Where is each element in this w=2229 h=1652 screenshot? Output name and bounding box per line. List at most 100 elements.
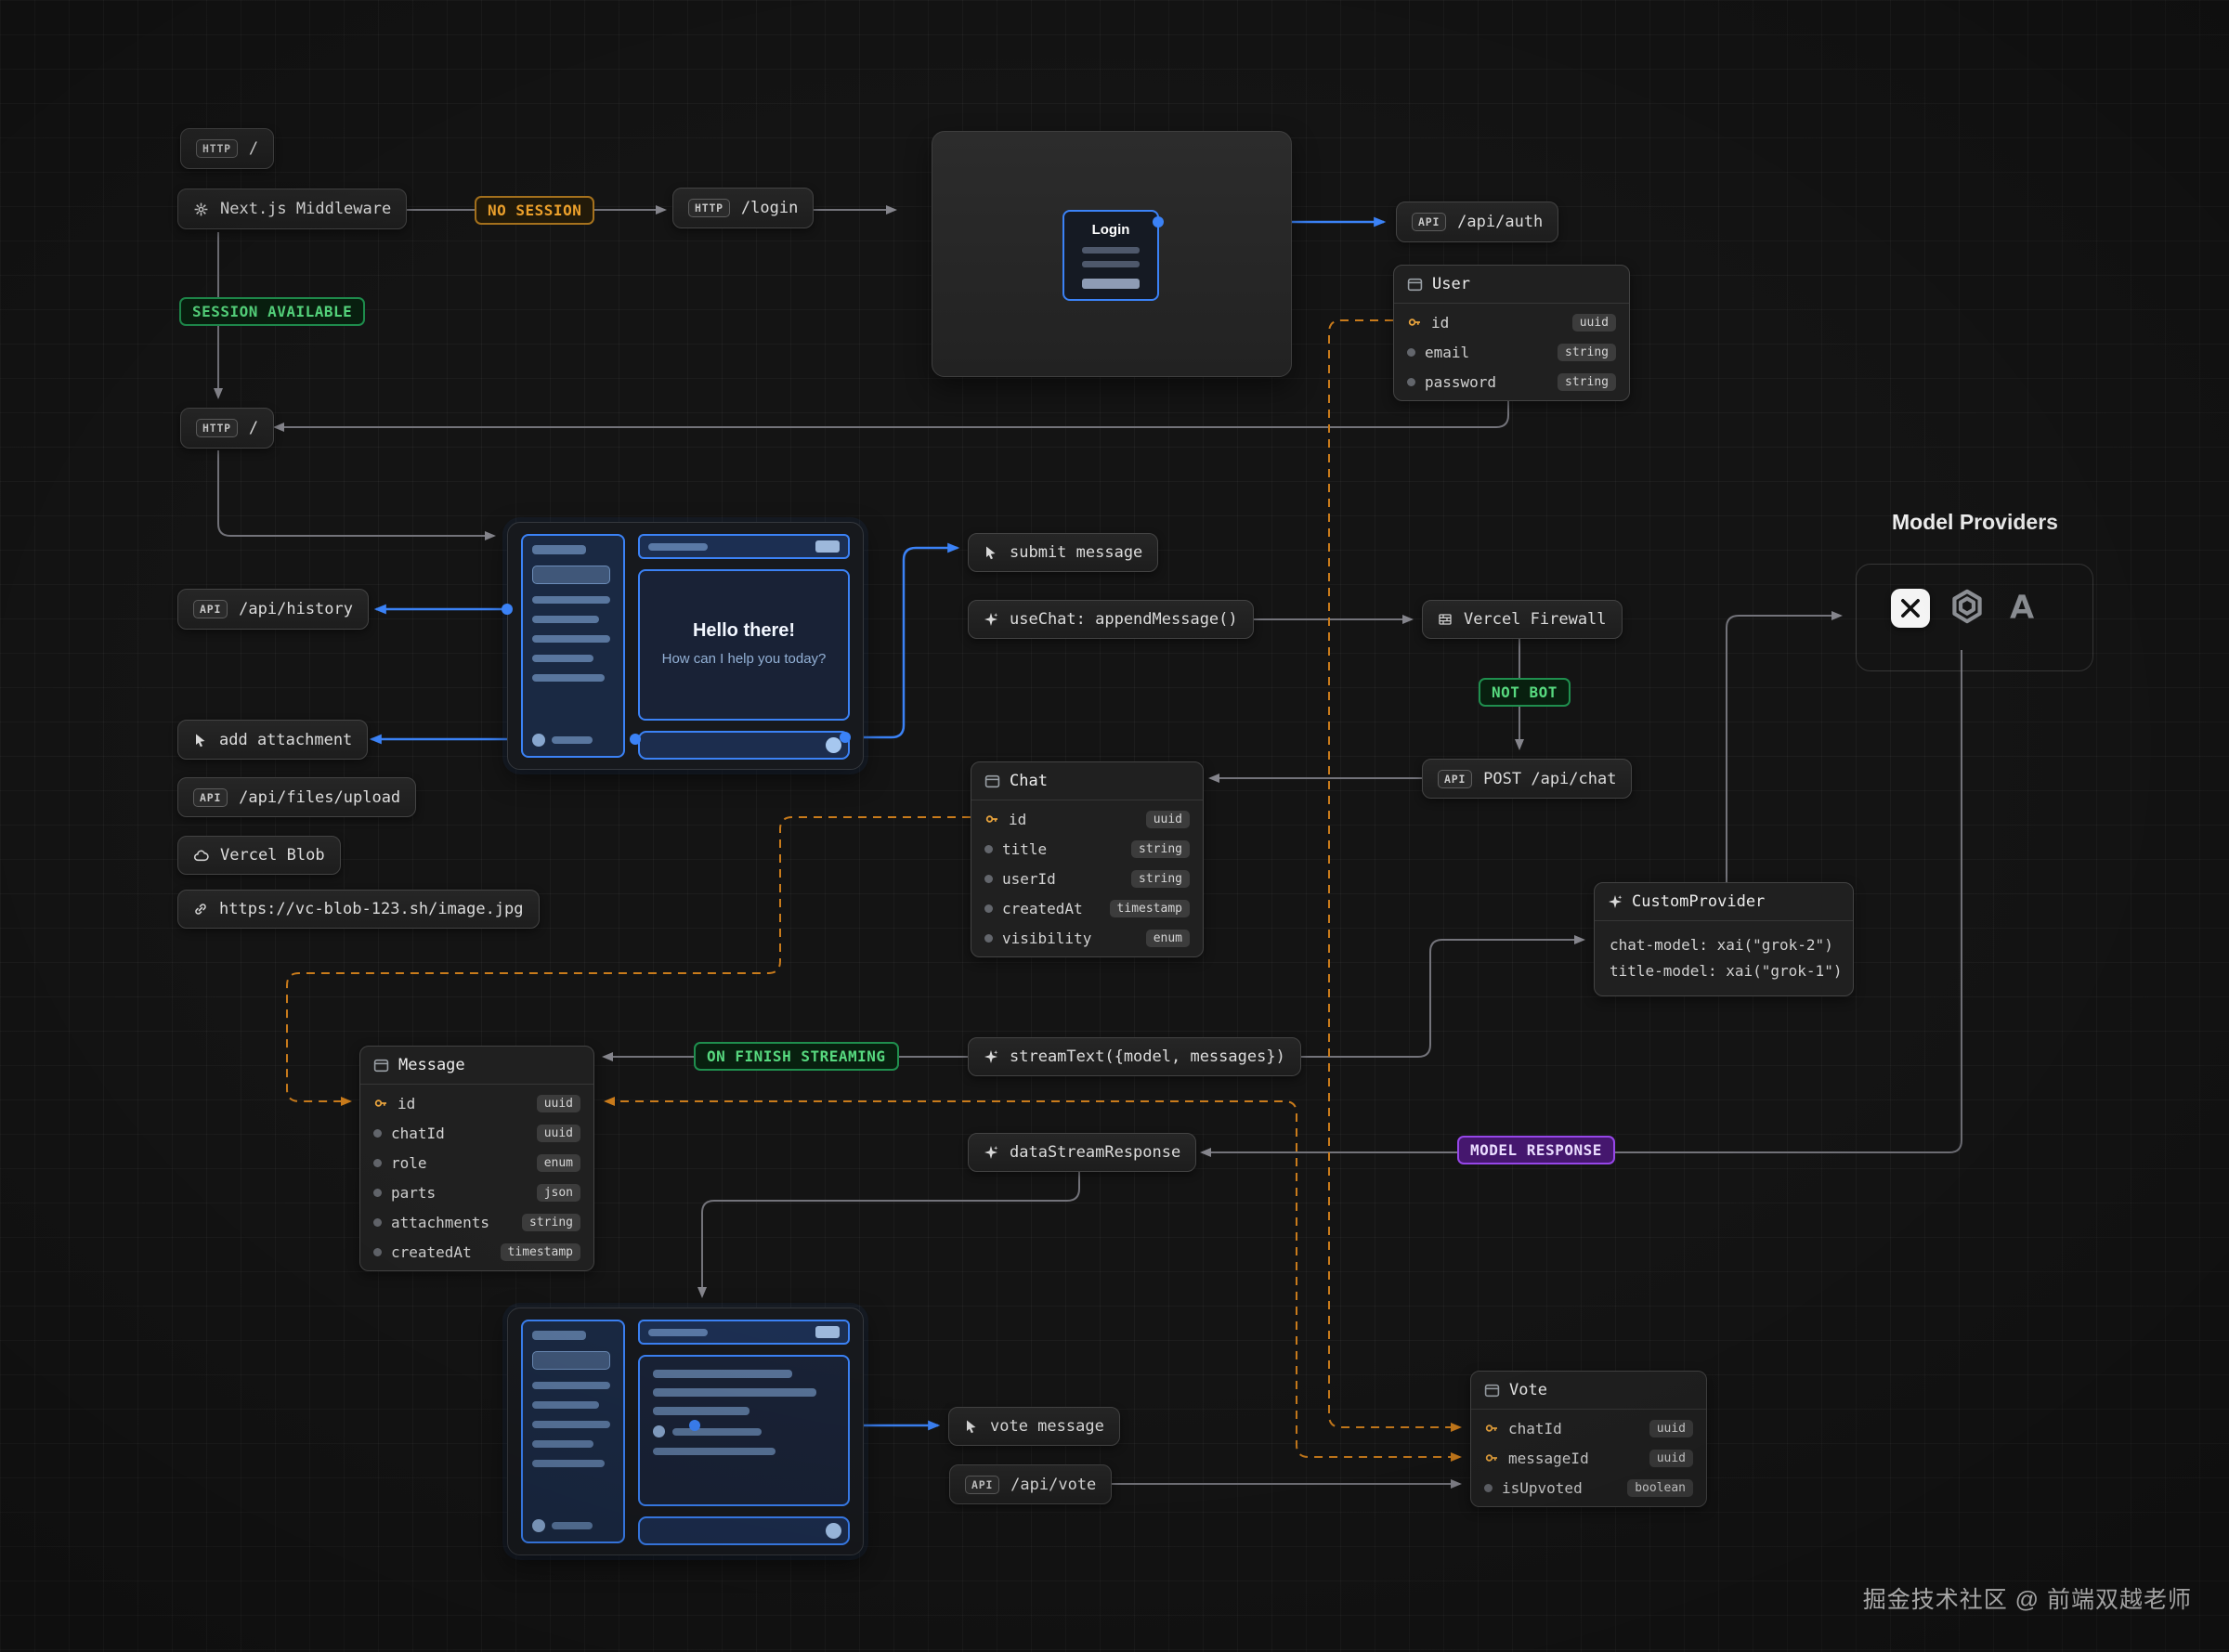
custom-provider-title: CustomProvider (1632, 892, 1765, 911)
middleware-icon (193, 202, 209, 217)
entity-title: Vote (1509, 1381, 1547, 1399)
field-dot-icon (373, 1159, 382, 1167)
sparkle-icon (1608, 894, 1623, 909)
model-providers-title: Model Providers (1892, 510, 2058, 535)
node-label: POST /api/chat (1483, 770, 1616, 788)
field-name: isUpvoted (1502, 1479, 1583, 1497)
field-name: parts (391, 1184, 436, 1202)
field-name: id (1009, 811, 1026, 828)
node-nextjs-middleware: Next.js Middleware (177, 189, 407, 229)
table-icon (1407, 277, 1423, 293)
node-label: /api/auth (1457, 213, 1543, 231)
login-screen-mockup: Login (932, 131, 1292, 377)
field-name: title (1002, 840, 1047, 858)
badge-session-available: SESSION AVAILABLE (179, 297, 365, 326)
message-row (653, 1425, 762, 1437)
entity-header: User (1394, 266, 1629, 304)
field-name: userId (1002, 870, 1056, 888)
node-vote-message: vote message (948, 1407, 1120, 1446)
field-type-badge: timestamp (501, 1243, 580, 1261)
http-chip: HTTP (196, 139, 238, 158)
entity-card-chat: Chat id uuid title string userId string … (971, 761, 1204, 957)
node-usechat-appendmessage: useChat: appendMessage() (968, 600, 1254, 639)
chat-ui-mockup-messages (507, 1307, 864, 1555)
login-button-skeleton (1082, 279, 1140, 289)
field-row: userId string (977, 864, 1197, 893)
field-name: visibility (1002, 930, 1091, 947)
node-label: /api/files/upload (239, 788, 400, 807)
node-label: useChat: appendMessage() (1010, 610, 1238, 629)
field-name: email (1425, 344, 1469, 361)
login-card: Login (1062, 210, 1159, 301)
node-label: /api/vote (1010, 1476, 1096, 1494)
field-row: password string (1400, 367, 1623, 397)
node-http-root-top: HTTP / (180, 128, 274, 169)
field-name: createdAt (391, 1243, 472, 1261)
field-row: isUpvoted boolean (1477, 1473, 1701, 1502)
avatar (532, 734, 545, 747)
primary-key-icon (373, 1096, 388, 1111)
table-icon (984, 774, 1000, 789)
entity-header: Vote (1471, 1372, 1706, 1410)
chat-model-line: chat-model: xai("grok-2") (1610, 932, 1838, 958)
primary-key-icon (984, 812, 999, 826)
field-type-badge: uuid (1146, 811, 1190, 828)
entity-header: Chat (971, 762, 1203, 800)
send-button-skeleton (826, 737, 841, 753)
field-row: id uuid (366, 1088, 588, 1118)
chat-greeting-panel: Hello there! How can I help you today? (638, 569, 850, 721)
entity-title: Message (398, 1056, 465, 1074)
cursor-icon (193, 733, 208, 748)
node-vercel-firewall: Vercel Firewall (1422, 600, 1623, 639)
node-label: add attachment (219, 731, 352, 749)
badge-no-session: NO SESSION (475, 196, 594, 225)
watermark-text: 掘金技术社区 @ 前端双越老师 (1863, 1581, 2192, 1615)
api-chip: API (965, 1476, 999, 1494)
node-label: submit message (1010, 543, 1142, 562)
api-chip: API (193, 600, 228, 618)
chat-sidebar-skeleton (521, 1320, 625, 1543)
node-post-api-chat: API POST /api/chat (1422, 759, 1632, 799)
field-dot-icon (373, 1218, 382, 1227)
primary-key-icon (1484, 1421, 1499, 1436)
node-api-auth: API /api/auth (1396, 202, 1558, 242)
login-input-skeleton (1082, 261, 1140, 267)
field-name: id (1431, 314, 1449, 332)
entity-card-user: User id uuid email string password strin… (1393, 265, 1630, 401)
model-providers-row (1891, 586, 2040, 631)
chat-input-skeleton (638, 731, 850, 760)
field-type-badge: uuid (537, 1095, 580, 1112)
node-datastreamresponse: dataStreamResponse (968, 1133, 1196, 1172)
node-api-vote: API /api/vote (949, 1464, 1112, 1504)
api-chip: API (193, 788, 228, 807)
firewall-icon (1438, 612, 1453, 627)
http-chip: HTTP (196, 419, 238, 437)
api-chip: API (1438, 770, 1472, 788)
field-row: createdAt timestamp (977, 893, 1197, 923)
node-http-login: HTTP /login (672, 188, 814, 228)
entity-title: User (1432, 275, 1470, 293)
chat-topbar-skeleton (638, 1320, 850, 1345)
node-add-attachment: add attachment (177, 720, 368, 760)
cursor-icon (984, 545, 998, 560)
primary-key-icon (1407, 315, 1422, 330)
entity-card-vote: Vote chatId uuid messageId uuid isUpvote… (1470, 1371, 1707, 1507)
field-type-badge: uuid (1572, 314, 1616, 332)
field-name: chatId (1508, 1420, 1562, 1437)
node-label: / (249, 139, 258, 158)
field-type-badge: json (537, 1184, 580, 1202)
topbar-button-skeleton (815, 540, 840, 553)
field-type-badge: uuid (1649, 1450, 1693, 1467)
entity-header: Message (360, 1047, 593, 1085)
sparkle-icon (984, 612, 998, 627)
greeting-title: Hello there! (693, 620, 795, 642)
sparkle-icon (984, 1145, 998, 1160)
field-row: id uuid (977, 804, 1197, 834)
field-dot-icon (1484, 1484, 1493, 1492)
node-api-history: API /api/history (177, 589, 369, 630)
field-name: messageId (1508, 1450, 1589, 1467)
openai-logo-icon (1947, 586, 1988, 631)
node-label: https://vc-blob-123.sh/image.jpg (219, 900, 524, 918)
sparkle-icon (984, 1049, 998, 1064)
field-type-badge: uuid (1649, 1420, 1693, 1437)
